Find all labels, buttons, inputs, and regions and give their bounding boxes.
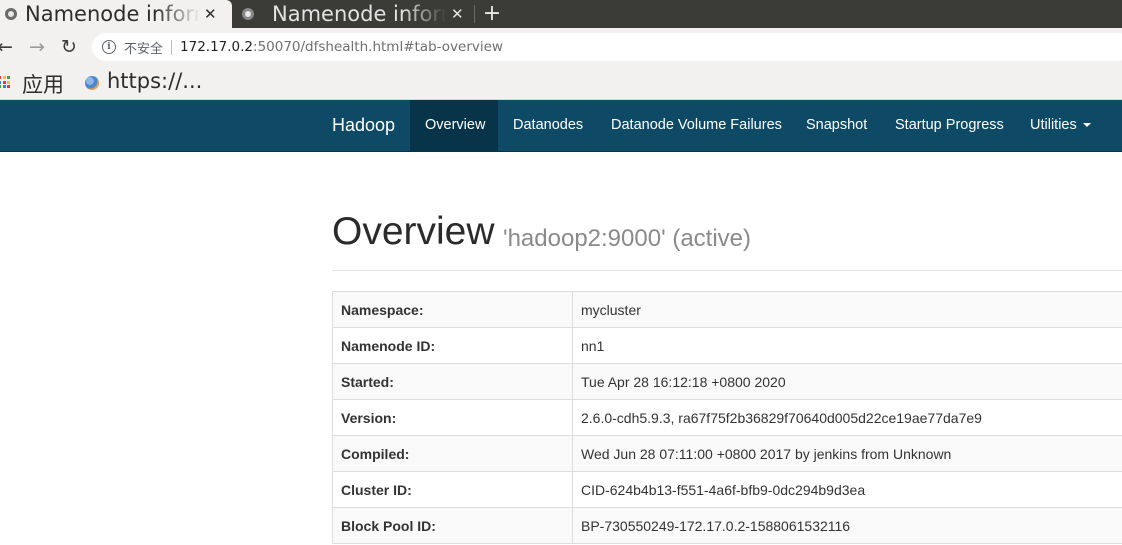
new-tab-button[interactable]: + — [482, 0, 502, 28]
row-key: Compiled: — [332, 435, 573, 472]
nav-datanodes[interactable]: Datanodes — [498, 100, 597, 151]
tab-title: Namenode information — [272, 2, 447, 26]
site-favicon-icon — [85, 76, 99, 90]
navbar-brand[interactable]: Hadoop — [332, 100, 395, 151]
nav-utilities-label: Utilities — [1030, 117, 1077, 133]
info-icon[interactable]: i — [102, 40, 116, 54]
url-host: 172.17.0.2 — [180, 39, 254, 55]
bookmarks-bar: 应用 https://... — [0, 66, 1122, 100]
close-icon[interactable]: ✕ — [204, 5, 217, 23]
apps-grid-icon[interactable] — [0, 76, 10, 88]
tab-divider — [474, 5, 475, 23]
row-key: Namenode ID: — [332, 327, 573, 364]
page-title: Overview — [332, 210, 495, 253]
table-row: Started: Tue Apr 28 16:12:18 +0800 2020 — [332, 363, 1122, 400]
bookmark-link[interactable]: https://... — [107, 69, 202, 93]
row-key: Cluster ID: — [332, 471, 573, 508]
url-path: :50070/dfshealth.html#tab-overview — [253, 39, 503, 55]
browser-tab-active[interactable]: Namenode information ✕ — [0, 0, 232, 28]
reload-icon[interactable]: ↻ — [58, 36, 80, 58]
nav-snapshot[interactable]: Snapshot — [792, 100, 881, 151]
table-row: Compiled: Wed Jun 28 07:11:00 +0800 2017… — [332, 435, 1122, 472]
table-row: Cluster ID: CID-624b4b13-f551-4a6f-bfb9-… — [332, 471, 1122, 508]
globe-icon — [5, 8, 17, 20]
forward-arrow-icon[interactable]: → — [26, 36, 48, 58]
url-separator — [171, 39, 173, 55]
row-key: Block Pool ID: — [332, 507, 573, 544]
row-value: Wed Jun 28 07:11:00 +0800 2017 by jenkin… — [572, 435, 1122, 472]
browser-tab-strip: Namenode information ✕ Namenode informat… — [0, 0, 1122, 28]
table-row: Block Pool ID: BP-730550249-172.17.0.2-1… — [332, 507, 1122, 544]
row-key: Started: — [332, 363, 573, 400]
nav-utilities-dropdown[interactable]: Utilities — [1016, 100, 1122, 151]
row-value: nn1 — [572, 327, 1122, 364]
row-value: BP-730550249-172.17.0.2-1588061532116 — [572, 507, 1122, 544]
globe-icon — [242, 8, 254, 20]
caret-down-icon — [1082, 123, 1091, 128]
nav-overview[interactable]: Overview — [410, 100, 498, 151]
row-value: CID-624b4b13-f551-4a6f-bfb9-0dc294b9d3ea — [572, 471, 1122, 508]
nav-startup-progress[interactable]: Startup Progress — [881, 100, 1016, 151]
nav-datanode-volume-failures[interactable]: Datanode Volume Failures — [597, 100, 792, 151]
back-arrow-icon[interactable]: ← — [0, 36, 16, 58]
hadoop-navbar: Hadoop Overview Datanodes Datanode Volum… — [0, 100, 1122, 152]
page-subtitle: 'hadoop2:9000' (active) — [503, 225, 752, 252]
browser-tab-inactive[interactable]: Namenode information ✕ — [236, 0, 468, 28]
browser-toolbar: ← → ↻ i 不安全 172.17.0.2:50070/dfshealth.h… — [0, 28, 1122, 66]
row-value: Tue Apr 28 16:12:18 +0800 2020 — [572, 363, 1122, 400]
row-key: Version: — [332, 399, 573, 436]
tab-title: Namenode information — [25, 2, 200, 26]
table-row: Version: 2.6.0-cdh5.9.3, ra67f75f2b36829… — [332, 399, 1122, 436]
address-bar[interactable]: i 不安全 172.17.0.2:50070/dfshealth.html#ta… — [92, 33, 1122, 61]
bookmark-apps[interactable]: 应用 — [22, 69, 64, 99]
page-header: Overview 'hadoop2:9000' (active) — [332, 210, 1122, 271]
table-row: Namespace: mycluster — [332, 291, 1122, 328]
table-row: Namenode ID: nn1 — [332, 327, 1122, 364]
security-label: 不安全 — [124, 41, 164, 57]
close-icon[interactable]: ✕ — [451, 5, 464, 23]
row-value: mycluster — [572, 291, 1122, 328]
row-value: 2.6.0-cdh5.9.3, ra67f75f2b36829f70640d00… — [572, 399, 1122, 436]
overview-table: Namespace: mycluster Namenode ID: nn1 St… — [332, 291, 1122, 544]
row-key: Namespace: — [332, 291, 573, 328]
